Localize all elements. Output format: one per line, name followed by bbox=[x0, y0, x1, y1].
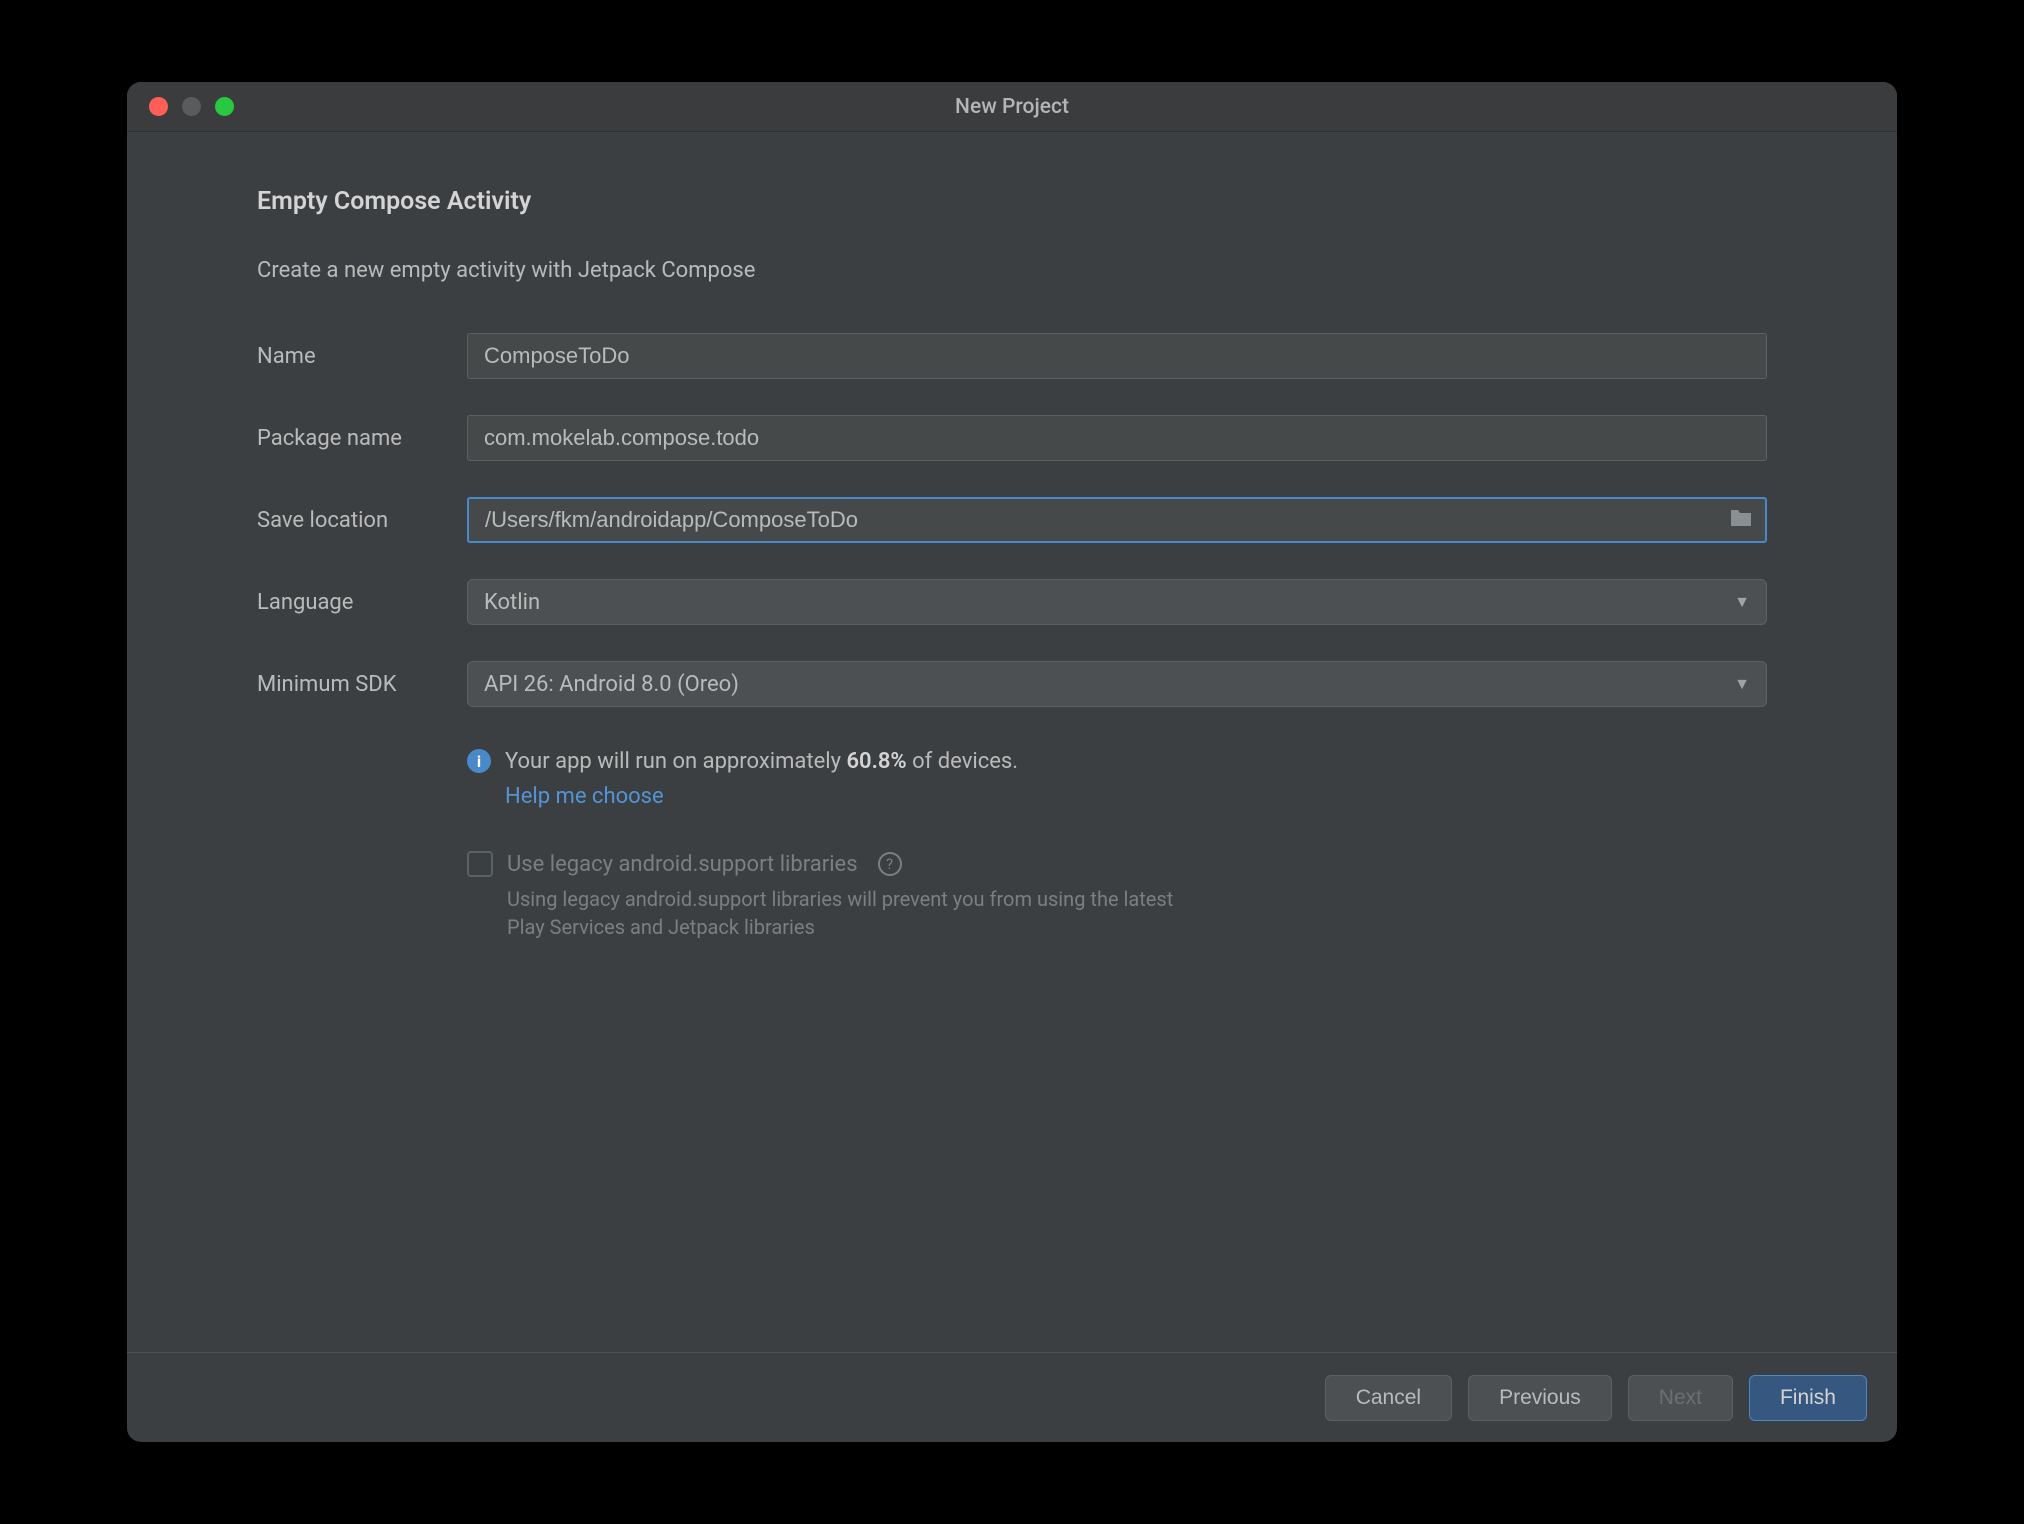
maximize-window-button[interactable] bbox=[215, 97, 234, 116]
chevron-down-icon: ▼ bbox=[1734, 592, 1750, 612]
device-coverage-text: Your app will run on approximately 60.8%… bbox=[505, 745, 1018, 778]
window-title: New Project bbox=[955, 95, 1069, 119]
minimum-sdk-dropdown[interactable]: API 26: Android 8.0 (Oreo) ▼ bbox=[467, 661, 1767, 707]
cancel-button[interactable]: Cancel bbox=[1325, 1375, 1452, 1421]
save-location-input[interactable] bbox=[467, 497, 1767, 543]
package-name-row: Package name bbox=[257, 415, 1767, 461]
legacy-checkbox[interactable] bbox=[467, 851, 493, 877]
legacy-checkbox-label: Use legacy android.support libraries bbox=[507, 852, 858, 877]
language-row: Language Kotlin ▼ bbox=[257, 579, 1767, 625]
minimize-window-button[interactable] bbox=[182, 97, 201, 116]
device-info-section: i Your app will run on approximately 60.… bbox=[467, 745, 1767, 809]
language-value: Kotlin bbox=[484, 590, 540, 615]
package-name-label: Package name bbox=[257, 426, 467, 451]
legacy-description: Using legacy android.support libraries w… bbox=[507, 885, 1187, 941]
new-project-dialog: New Project Empty Compose Activity Creat… bbox=[127, 82, 1897, 1442]
help-me-choose-link[interactable]: Help me choose bbox=[505, 784, 664, 809]
previous-button[interactable]: Previous bbox=[1468, 1375, 1612, 1421]
save-location-row: Save location bbox=[257, 497, 1767, 543]
finish-button[interactable]: Finish bbox=[1749, 1375, 1867, 1421]
help-icon[interactable]: ? bbox=[878, 852, 902, 876]
browse-folder-icon[interactable] bbox=[1729, 508, 1753, 532]
name-input[interactable] bbox=[467, 333, 1767, 379]
next-button: Next bbox=[1628, 1375, 1733, 1421]
legacy-section: Use legacy android.support libraries ? U… bbox=[467, 851, 1767, 941]
language-dropdown[interactable]: Kotlin ▼ bbox=[467, 579, 1767, 625]
chevron-down-icon: ▼ bbox=[1734, 674, 1750, 694]
dialog-footer: Cancel Previous Next Finish bbox=[127, 1352, 1897, 1442]
save-location-label: Save location bbox=[257, 508, 467, 533]
name-row: Name bbox=[257, 333, 1767, 379]
page-subtitle: Create a new empty activity with Jetpack… bbox=[257, 258, 1767, 283]
minimum-sdk-row: Minimum SDK API 26: Android 8.0 (Oreo) ▼ bbox=[257, 661, 1767, 707]
minimum-sdk-label: Minimum SDK bbox=[257, 672, 467, 697]
dialog-content: Empty Compose Activity Create a new empt… bbox=[127, 132, 1897, 1352]
minimum-sdk-value: API 26: Android 8.0 (Oreo) bbox=[484, 672, 739, 697]
page-heading: Empty Compose Activity bbox=[257, 187, 1767, 216]
close-window-button[interactable] bbox=[149, 97, 168, 116]
language-label: Language bbox=[257, 590, 467, 615]
titlebar: New Project bbox=[127, 82, 1897, 132]
info-icon: i bbox=[467, 749, 491, 773]
package-name-input[interactable] bbox=[467, 415, 1767, 461]
window-controls bbox=[127, 97, 234, 116]
name-label: Name bbox=[257, 344, 467, 369]
